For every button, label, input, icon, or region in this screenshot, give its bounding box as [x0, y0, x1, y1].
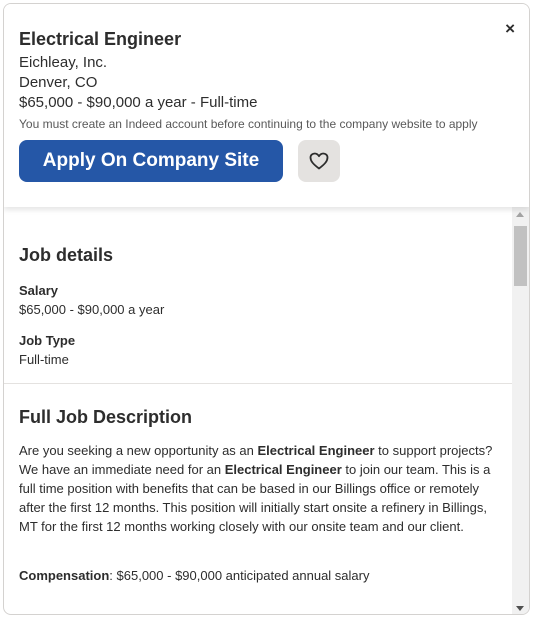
job-location: Denver, CO: [19, 74, 98, 91]
scrollbar-thumb[interactable]: [514, 226, 527, 286]
close-icon[interactable]: ×: [505, 20, 515, 37]
job-type-value: Full-time: [19, 352, 69, 367]
save-job-button[interactable]: [298, 140, 340, 182]
job-type-label: Job Type: [19, 333, 76, 348]
scrollbar[interactable]: [512, 207, 529, 614]
description-paragraph: Are you seeking a new opportunity as an …: [19, 443, 493, 534]
job-detail-panel: × Electrical Engineer Eichleay, Inc. Den…: [3, 3, 530, 615]
salary-label: Salary: [19, 283, 59, 298]
chevron-up-icon[interactable]: [516, 212, 524, 217]
job-body: Job details Salary $65,000 - $90,000 a y…: [4, 207, 514, 614]
heart-icon: [309, 152, 329, 170]
account-notice: You must create an Indeed account before…: [19, 117, 478, 131]
company-name[interactable]: Eichleay, Inc.: [19, 54, 107, 71]
job-title: Electrical Engineer: [19, 29, 182, 49]
job-header: × Electrical Engineer Eichleay, Inc. Den…: [4, 4, 529, 207]
salary-and-type: $65,000 - $90,000 a year - Full-time: [19, 94, 258, 111]
apply-on-company-site-button[interactable]: Apply On Company Site: [19, 140, 283, 182]
salary-value: $65,000 - $90,000 a year: [19, 302, 165, 317]
chevron-down-icon[interactable]: [516, 606, 524, 611]
section-divider: [4, 383, 514, 384]
job-details-heading: Job details: [19, 245, 114, 265]
compensation-line: Compensation: $65,000 - $90,000 anticipa…: [19, 568, 370, 583]
full-description-heading: Full Job Description: [19, 407, 193, 427]
